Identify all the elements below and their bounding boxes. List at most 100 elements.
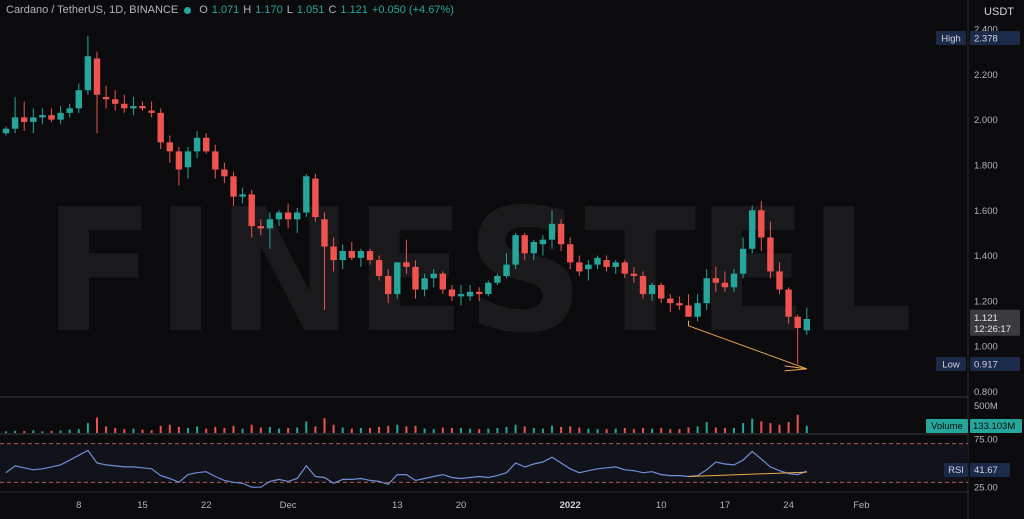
candle-body[interactable] (539, 239, 547, 245)
candle-body[interactable] (503, 264, 510, 276)
volume-bar[interactable] (350, 428, 353, 433)
volume-bar[interactable] (605, 429, 608, 433)
volume-bar[interactable] (168, 424, 171, 433)
volume-bar[interactable] (296, 427, 299, 434)
volume-bar[interactable] (268, 426, 271, 433)
volume-bar[interactable] (259, 427, 262, 434)
candle-body[interactable] (721, 282, 729, 288)
candle-body[interactable] (767, 237, 774, 272)
volume-bar[interactable] (214, 426, 217, 433)
volume-bar[interactable] (77, 429, 80, 433)
volume-bar[interactable] (460, 428, 462, 433)
volume-bar[interactable] (450, 428, 453, 433)
volume-bar[interactable] (742, 423, 745, 433)
volume-bar[interactable] (551, 425, 553, 433)
candle-body[interactable] (749, 210, 756, 249)
candle-body[interactable] (794, 316, 801, 329)
volume-bar[interactable] (469, 428, 472, 433)
volume-bar[interactable] (323, 418, 326, 433)
candle-body[interactable] (621, 262, 628, 274)
volume-bar[interactable] (541, 428, 544, 433)
candle-body[interactable] (303, 176, 310, 213)
candle-body[interactable] (630, 273, 638, 276)
candle-body[interactable] (421, 278, 428, 290)
candle-body[interactable] (166, 142, 173, 152)
candle-body[interactable] (39, 115, 46, 118)
volume-bar[interactable] (487, 428, 490, 433)
candle-body[interactable] (203, 137, 210, 152)
volume-bar[interactable] (432, 429, 435, 433)
volume-bar[interactable] (587, 428, 590, 433)
volume-bar[interactable] (769, 423, 772, 433)
volume-bar[interactable] (714, 427, 717, 434)
candle-body[interactable] (275, 212, 283, 220)
candle-body[interactable] (439, 273, 446, 290)
candle-body[interactable] (48, 115, 55, 120)
candle-body[interactable] (239, 194, 246, 197)
volume-bar[interactable] (205, 428, 208, 433)
candle-body[interactable] (330, 246, 337, 261)
volume-bar[interactable] (569, 426, 572, 433)
candle-body[interactable] (512, 235, 519, 265)
candle-body[interactable] (84, 56, 92, 91)
volume-bar[interactable] (68, 429, 71, 433)
candle-body[interactable] (221, 169, 228, 177)
volume-bar[interactable] (660, 428, 663, 433)
volume-bar[interactable] (632, 429, 635, 433)
volume-bar[interactable] (223, 428, 226, 433)
candle-body[interactable] (785, 289, 792, 317)
volume-bar[interactable] (478, 429, 481, 433)
volume-bar[interactable] (669, 429, 672, 433)
volume-bar[interactable] (23, 431, 26, 433)
candle-body[interactable] (212, 151, 219, 170)
volume-bar[interactable] (505, 426, 508, 433)
volume-bar[interactable] (359, 428, 362, 433)
candle-body[interactable] (676, 303, 683, 306)
candle-body[interactable] (603, 260, 610, 267)
candle-body[interactable] (658, 285, 665, 299)
candle-body[interactable] (321, 219, 328, 247)
candle-body[interactable] (394, 262, 401, 295)
volume-bar[interactable] (177, 426, 180, 433)
candle-body[interactable] (403, 262, 410, 267)
volume-bar[interactable] (414, 425, 417, 433)
candle-body[interactable] (66, 108, 73, 113)
candle-body[interactable] (193, 137, 201, 152)
candle-body[interactable] (148, 110, 155, 113)
candle-body[interactable] (739, 248, 747, 274)
volume-bar[interactable] (159, 425, 162, 433)
candle-body[interactable] (567, 244, 574, 263)
volume-bar[interactable] (196, 426, 199, 433)
volume-bar[interactable] (642, 428, 644, 433)
volume-bar[interactable] (187, 428, 189, 433)
volume-bar[interactable] (105, 426, 108, 433)
candle-body[interactable] (2, 128, 10, 134)
volume-bar[interactable] (705, 422, 708, 433)
volume-bar[interactable] (150, 430, 153, 433)
volume-bar[interactable] (314, 426, 317, 433)
candle-body[interactable] (21, 117, 28, 122)
volume-bar[interactable] (41, 431, 44, 433)
volume-bar[interactable] (5, 431, 7, 433)
volume-bar[interactable] (496, 428, 499, 433)
volume-bar[interactable] (760, 421, 763, 433)
candle-body[interactable] (466, 291, 474, 297)
volume-bar[interactable] (651, 428, 654, 433)
candle-body[interactable] (648, 285, 656, 295)
candle-body[interactable] (730, 273, 738, 288)
candle-body[interactable] (557, 223, 565, 245)
volume-bar[interactable] (751, 418, 754, 433)
candle-body[interactable] (175, 151, 183, 170)
candle-body[interactable] (75, 90, 82, 109)
volume-bar[interactable] (523, 426, 526, 433)
volume-bar[interactable] (696, 426, 699, 433)
candle-body[interactable] (385, 275, 392, 295)
candle-body[interactable] (521, 235, 528, 254)
candle-body[interactable] (803, 318, 810, 331)
volume-bar[interactable] (805, 425, 808, 433)
candle-body[interactable] (312, 178, 319, 218)
candle-body[interactable] (348, 251, 355, 258)
volume-bar[interactable] (114, 428, 117, 433)
candle-body[interactable] (121, 103, 128, 109)
volume-bar[interactable] (405, 426, 408, 433)
